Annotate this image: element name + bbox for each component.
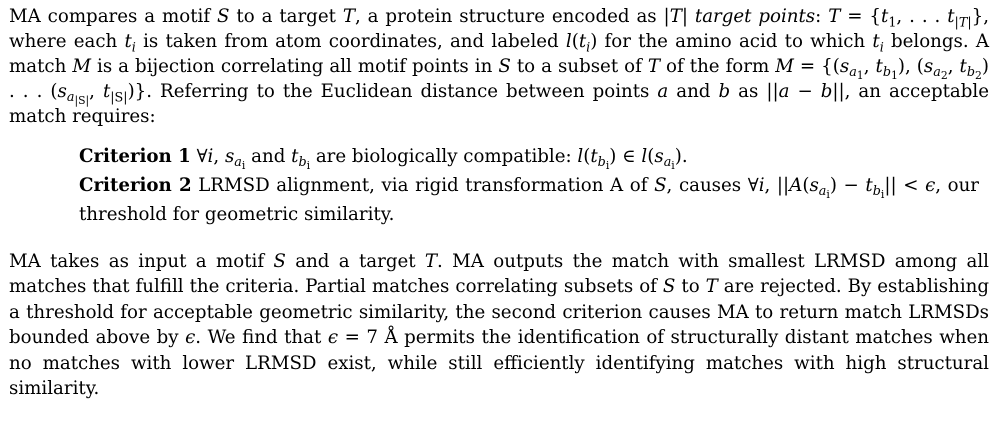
text: LRMSD alignment, via rigid transformatio… xyxy=(191,175,655,196)
text: | xyxy=(681,6,695,27)
text: to a subset of xyxy=(510,56,648,77)
math-T: T xyxy=(647,56,661,77)
text: : xyxy=(815,6,829,27)
text: MA takes as input a motif xyxy=(9,251,274,272)
criterion-2: Criterion 2 LRMSD alignment, via rigid t… xyxy=(79,175,979,225)
criterion-1: Criterion 1 ∀i, sai and tbi are biologic… xyxy=(79,146,688,173)
math-l-ti: l(ti) xyxy=(565,31,598,56)
math-S: S xyxy=(498,56,511,77)
math-T: T xyxy=(342,6,355,27)
text: MA compares a motif xyxy=(9,6,217,27)
text: ∀ xyxy=(190,146,208,167)
text: of the form xyxy=(660,56,776,77)
text: are biologically compatible: xyxy=(310,146,578,167)
math-T: T xyxy=(828,6,841,27)
criterion-2-label: Criterion 2 xyxy=(79,175,192,196)
intro-paragraph: MA compares a motif S to a target T, a p… xyxy=(9,6,990,127)
summary-paragraph: MA takes as input a motif S and a target… xyxy=(9,251,989,400)
math-M: M xyxy=(72,56,91,77)
criterion-1-label: Criterion 1 xyxy=(79,146,191,167)
math-T: T xyxy=(669,6,682,27)
math-t1: t1 xyxy=(881,6,897,31)
text: and xyxy=(668,81,719,102)
document-page: MA compares a motif S to a target T, a p… xyxy=(9,4,989,401)
text: to a target xyxy=(229,6,343,27)
math-S: S xyxy=(217,6,230,27)
criteria-list: Criterion 1 ∀i, sai and tbi are biologic… xyxy=(79,142,979,229)
text: = { xyxy=(840,6,881,27)
text: is taken from atom coordinates, and labe… xyxy=(135,31,566,52)
text: is a bijection correlating all motif poi… xyxy=(90,56,499,77)
math-t-T: t|T| xyxy=(947,6,972,31)
term-target-points: target points xyxy=(694,6,816,27)
math-M: M xyxy=(775,56,794,77)
math-a: a xyxy=(657,81,669,102)
text: , causes ∀ xyxy=(666,175,759,196)
math-ti: ti xyxy=(872,31,884,56)
text: and xyxy=(245,146,292,167)
text: , a protein structure encoded as | xyxy=(354,6,670,27)
text: to xyxy=(675,276,706,298)
math-b: b xyxy=(718,81,731,102)
text: . We find that xyxy=(195,327,328,349)
math-ti: ti xyxy=(124,31,136,56)
text: as || xyxy=(730,81,779,102)
text: for the amino acid to which xyxy=(597,31,873,52)
text: . Referring to the Euclidean distance be… xyxy=(146,81,658,102)
text: and a target xyxy=(285,251,425,272)
